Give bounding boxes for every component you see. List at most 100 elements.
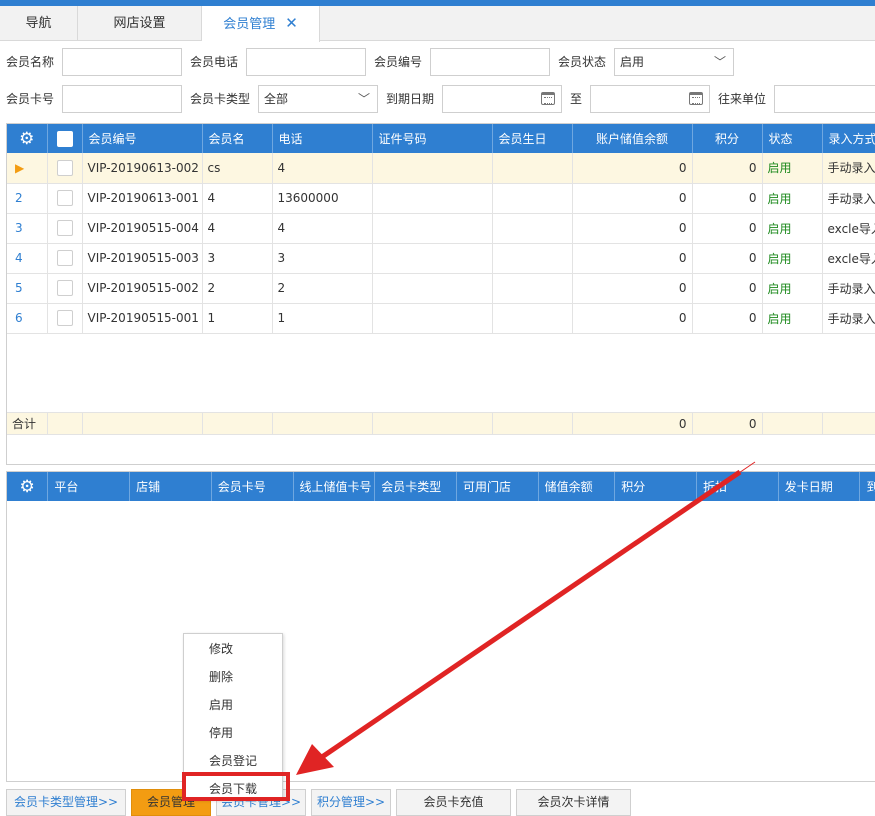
menu-item-register[interactable]: 会员登记: [184, 747, 282, 775]
menu-item-disable[interactable]: 停用: [184, 719, 282, 747]
table-row[interactable]: 3VIP-20190515-0044400启用excle导入: [7, 213, 875, 244]
column-header[interactable]: 录入方式: [822, 124, 875, 153]
row-checkbox[interactable]: [56, 159, 73, 176]
member-phone-input[interactable]: [246, 48, 366, 76]
column-header[interactable]: 会员卡号: [211, 472, 294, 501]
balance-cell: 0: [572, 303, 693, 334]
balance-cell: 0: [572, 183, 693, 214]
expiry-to-input[interactable]: [590, 85, 710, 113]
column-header[interactable]: 状态: [762, 124, 823, 153]
card-type-select[interactable]: 全部 ﹀: [258, 85, 378, 113]
summary-points: 0: [692, 412, 763, 435]
column-header[interactable]: 折扣: [696, 472, 779, 501]
column-header[interactable]: 会员名: [202, 124, 273, 153]
row-checkbox[interactable]: [56, 280, 73, 296]
grid-settings-button[interactable]: ⚙: [7, 472, 49, 501]
row-index: 2: [7, 183, 48, 214]
column-header[interactable]: 电话: [272, 124, 373, 153]
entry-method-cell: 手动录入: [822, 303, 875, 334]
calendar-icon[interactable]: [541, 92, 555, 105]
birthday-cell: [492, 153, 573, 184]
points-cell: 0: [692, 183, 763, 214]
birthday-cell: [492, 273, 573, 304]
column-header[interactable]: 发卡日期: [778, 472, 861, 501]
column-header[interactable]: 店铺: [129, 472, 212, 501]
table-row[interactable]: 4VIP-20190515-0033300启用excle导入: [7, 243, 875, 274]
chevron-down-icon: ﹀: [713, 55, 726, 69]
card-recharge-button[interactable]: 会员卡充值: [396, 789, 511, 816]
row-checkbox-cell[interactable]: [47, 213, 83, 244]
column-header[interactable]: 可用门店: [456, 472, 539, 501]
row-checkbox[interactable]: [56, 310, 73, 326]
tab-member-management[interactable]: 会员管理 ✕: [202, 6, 320, 42]
status-cell: 启用: [762, 153, 823, 184]
card-type-management-button[interactable]: 会员卡类型管理>>: [6, 789, 126, 816]
row-index: 6: [7, 303, 48, 334]
row-checkbox-cell[interactable]: [47, 183, 83, 214]
tab-label: 网店设置: [113, 16, 166, 31]
grid-settings-button[interactable]: ⚙: [7, 124, 48, 153]
menu-item-delete[interactable]: 删除: [184, 663, 282, 691]
row-checkbox-cell[interactable]: [47, 303, 83, 334]
id-number-cell: [372, 243, 493, 274]
column-header[interactable]: 会员编号: [82, 124, 203, 153]
phone-cell: 3: [272, 243, 373, 274]
menu-item-edit[interactable]: 修改: [184, 635, 282, 663]
column-header[interactable]: 线上储值卡号: [293, 472, 376, 501]
select-all-checkbox[interactable]: [56, 130, 73, 147]
row-checkbox[interactable]: [56, 250, 73, 266]
times-card-detail-button[interactable]: 会员次卡详情: [516, 789, 631, 816]
row-checkbox-cell[interactable]: [47, 243, 83, 274]
points-cell: 0: [692, 303, 763, 334]
balance-cell: 0: [572, 213, 693, 244]
member-status-select[interactable]: 启用 ﹀: [614, 48, 734, 76]
column-header[interactable]: 证件号码: [372, 124, 493, 153]
expiry-from-input[interactable]: [442, 85, 562, 113]
member-name-input[interactable]: [62, 48, 182, 76]
phone-cell: 4: [272, 153, 373, 184]
close-icon[interactable]: ✕: [285, 14, 298, 32]
card-no-input[interactable]: [62, 85, 182, 113]
row-index: 3: [7, 213, 48, 244]
status-cell: 启用: [762, 273, 823, 304]
column-header[interactable]: 会员生日: [492, 124, 573, 153]
expiry-date-label: 到期日期: [386, 92, 435, 106]
id-number-cell: [372, 273, 493, 304]
row-checkbox-cell[interactable]: [47, 153, 83, 184]
column-header[interactable]: 到期: [859, 472, 875, 501]
birthday-cell: [492, 183, 573, 214]
row-checkbox[interactable]: [56, 190, 73, 206]
table-row[interactable]: 2 VIP-20190613-001 4 13600000 0 0 启用 手动录入: [7, 183, 875, 214]
select-all-checkbox-cell[interactable]: [47, 124, 83, 153]
column-header[interactable]: 储值余额: [538, 472, 616, 501]
partner-input[interactable]: [774, 85, 875, 113]
column-header[interactable]: 积分: [614, 472, 698, 501]
member-grid: ⚙ 会员编号 会员名 电话 证件号码 会员生日 账户储值余额 积分 状态 录入方…: [6, 123, 875, 465]
gear-icon: ⚙: [19, 476, 35, 497]
row-checkbox-cell[interactable]: [47, 273, 83, 304]
points-management-button[interactable]: 积分管理>>: [311, 789, 391, 816]
table-row[interactable]: ▶ VIP-20190613-002 cs 4 0 0 启用 手动录入: [7, 153, 875, 184]
summary-row: 合计 0 0: [7, 412, 875, 435]
column-header[interactable]: 积分: [692, 124, 763, 153]
birthday-cell: [492, 213, 573, 244]
birthday-cell: [492, 303, 573, 334]
column-header[interactable]: 会员卡类型: [374, 472, 457, 501]
menu-item-enable[interactable]: 启用: [184, 691, 282, 719]
tab-navigation[interactable]: 导航: [0, 6, 78, 41]
tab-shop-settings[interactable]: 网店设置: [78, 6, 202, 41]
bottom-toolbar: 会员卡类型管理>> 会员管理 会员卡管理>> 积分管理>> 会员卡充值 会员次卡…: [0, 786, 875, 816]
column-header[interactable]: 平台: [47, 472, 131, 501]
row-index: 4: [7, 243, 48, 274]
member-no-input[interactable]: [430, 48, 550, 76]
member-no-cell: VIP-20190613-002: [82, 153, 203, 184]
entry-method-cell: 手动录入: [822, 273, 875, 304]
calendar-icon[interactable]: [689, 92, 703, 105]
row-checkbox[interactable]: [56, 220, 73, 236]
member-no-cell: VIP-20190613-001: [82, 183, 203, 214]
table-row[interactable]: 6 VIP-20190515-001 1 1 0 0 启用 手动录入: [7, 303, 875, 334]
column-header[interactable]: 账户储值余额: [572, 124, 693, 153]
member-phone-label: 会员电话: [190, 55, 239, 69]
card-type-value: 全部: [264, 92, 289, 106]
table-row[interactable]: 5 VIP-20190515-002 2 2 0 0 启用 手动录入: [7, 273, 875, 304]
